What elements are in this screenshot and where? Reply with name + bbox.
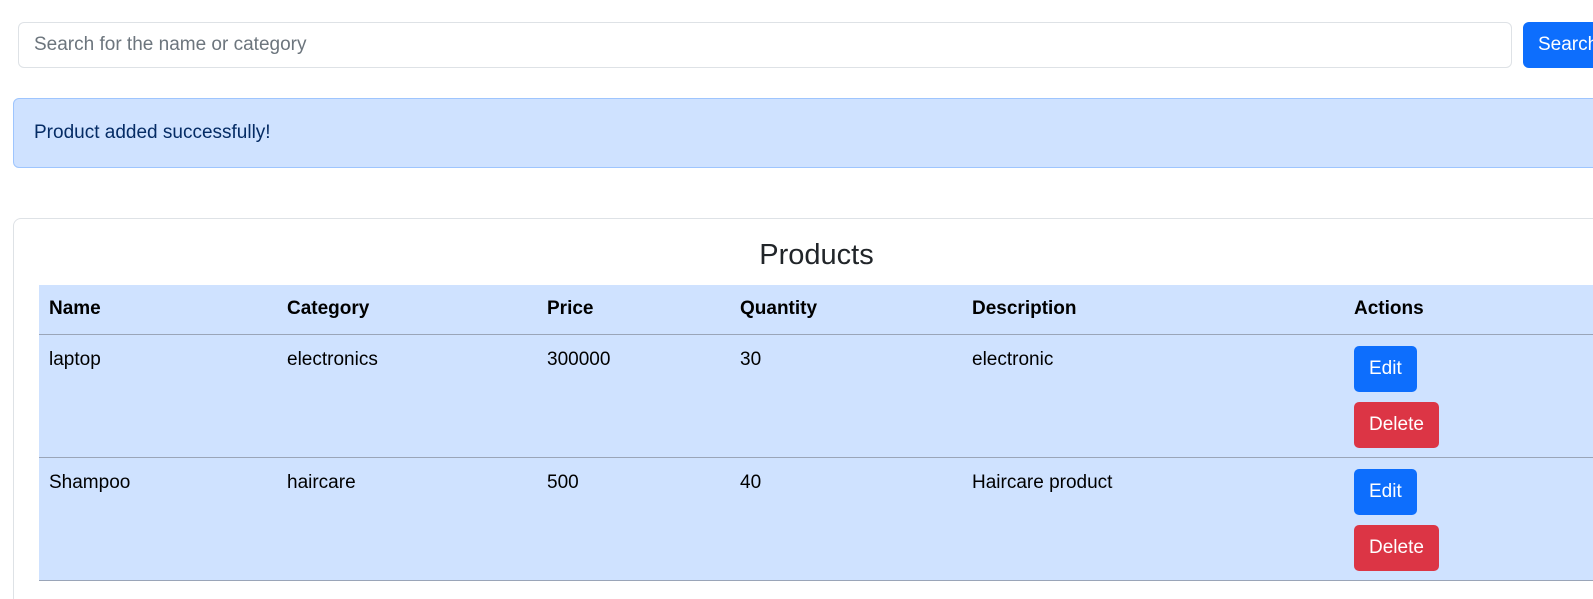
- column-header-actions: Actions: [1354, 298, 1424, 320]
- cell-price: 300000: [547, 348, 611, 370]
- cell-price: 500: [547, 471, 579, 493]
- column-header-price: Price: [547, 298, 594, 320]
- cell-quantity: 40: [740, 471, 762, 493]
- products-table: Name Category Price Quantity Description…: [39, 285, 1593, 581]
- table-header-row: Name Category Price Quantity Description…: [39, 285, 1593, 334]
- alert-message: Product added successfully!: [34, 122, 271, 143]
- column-header-description: Description: [972, 298, 1077, 320]
- success-alert: Product added successfully!: [13, 98, 1593, 168]
- cell-category: electronics: [287, 348, 378, 370]
- column-header-quantity: Quantity: [740, 298, 818, 320]
- cell-actions: Edit Delete: [1344, 334, 1593, 457]
- edit-button[interactable]: Edit: [1354, 468, 1417, 515]
- products-card: Products Name Category Price Quantity De…: [13, 218, 1593, 599]
- cell-name: laptop: [49, 348, 101, 370]
- cell-description: Haircare product: [972, 471, 1113, 493]
- products-table-wrap: Name Category Price Quantity Description…: [39, 285, 1593, 581]
- delete-button[interactable]: Delete: [1354, 524, 1439, 571]
- search-input[interactable]: [18, 22, 1512, 68]
- cell-actions: Edit Delete: [1344, 457, 1593, 580]
- column-header-name: Name: [49, 298, 101, 320]
- table-row: laptop electronics 300000 30 electronic …: [39, 334, 1593, 457]
- page: Search Product added successfully! Produ…: [0, 0, 1593, 599]
- cell-quantity: 30: [740, 348, 762, 370]
- cell-name: Shampoo: [49, 471, 131, 493]
- search-button[interactable]: Search: [1523, 22, 1593, 68]
- edit-button[interactable]: Edit: [1354, 345, 1417, 392]
- cell-category: haircare: [287, 471, 356, 493]
- page-title: Products: [759, 239, 874, 271]
- column-header-category: Category: [287, 298, 370, 320]
- cell-description: electronic: [972, 348, 1054, 370]
- delete-button[interactable]: Delete: [1354, 401, 1439, 448]
- table-row: Shampoo haircare 500 40 Haircare product…: [39, 457, 1593, 580]
